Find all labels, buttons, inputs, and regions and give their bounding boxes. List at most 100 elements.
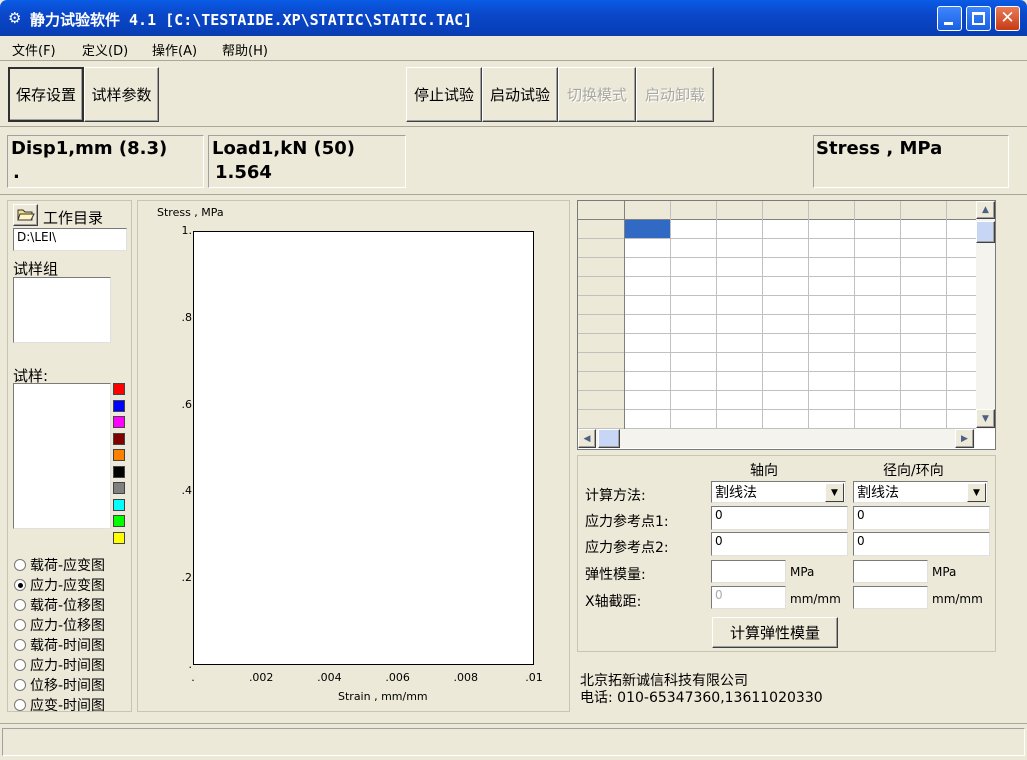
open-folder-button[interactable]: [13, 204, 38, 226]
plot-option[interactable]: 应力-位移图: [14, 615, 105, 635]
intercept-axial-unit: mm/mm: [790, 592, 841, 606]
radio-button[interactable]: [14, 599, 26, 611]
color-swatch[interactable]: [113, 383, 125, 395]
start-unload-button[interactable]: 启动卸载: [636, 67, 714, 122]
color-swatch[interactable]: [113, 531, 125, 544]
method-radial-value: 割线法: [857, 485, 899, 501]
load-value: 1.564: [215, 162, 272, 183]
color-swatch[interactable]: [113, 465, 125, 478]
plot-option[interactable]: 位移-时间图: [14, 675, 105, 695]
method-axial-value: 割线法: [715, 485, 757, 501]
plot-option-label: 应力-应变图: [30, 578, 106, 594]
x-tick-label: .002: [248, 671, 274, 684]
data-grid[interactable]: [577, 200, 996, 450]
y-tick-label: .: [188, 658, 193, 671]
app-icon: ⚙: [8, 9, 22, 27]
color-swatch[interactable]: [113, 432, 125, 445]
minimize-icon: [944, 22, 953, 25]
radio-button[interactable]: [14, 579, 26, 591]
vertical-scrollbar[interactable]: ▲ ▼: [976, 201, 995, 429]
column-header-row: [578, 201, 976, 219]
company-phone: 电话: 010-65347360,13611020330: [580, 690, 823, 706]
chevron-down-icon[interactable]: ▼: [825, 483, 844, 502]
plot-option[interactable]: 载荷-应变图: [14, 555, 105, 575]
radial-header: 径向/环向: [883, 463, 944, 479]
color-swatch[interactable]: [113, 416, 125, 428]
plot-option-label: 载荷-应变图: [30, 558, 106, 574]
save-settings-button[interactable]: 保存设置: [8, 67, 84, 122]
method-radial-select[interactable]: 割线法 ▼: [853, 481, 988, 503]
ref2-axial-field[interactable]: 0: [711, 532, 848, 556]
maximize-icon: [972, 12, 985, 25]
method-label: 计算方法:: [585, 488, 646, 504]
plot-option[interactable]: 载荷-时间图: [14, 635, 105, 655]
intercept-radial-unit: mm/mm: [932, 592, 983, 606]
ref1-axial-field[interactable]: 0: [711, 506, 848, 530]
menu-define[interactable]: 定义(D): [82, 40, 128, 59]
intercept-label: X轴截距:: [585, 594, 642, 610]
ref1-radial-field[interactable]: 0: [853, 506, 990, 530]
intercept-radial-field[interactable]: [853, 586, 928, 609]
modulus-radial-unit: MPa: [932, 565, 957, 579]
chevron-down-icon[interactable]: ▼: [967, 483, 986, 502]
method-axial-select[interactable]: 割线法 ▼: [711, 481, 846, 503]
work-dir-field[interactable]: D:\LEI\: [13, 228, 127, 251]
plot-option[interactable]: 载荷-位移图: [14, 595, 105, 615]
scroll-right-button[interactable]: ▶: [955, 429, 974, 448]
vertical-scroll-thumb[interactable]: [976, 221, 995, 243]
radio-button[interactable]: [14, 679, 26, 691]
plot-option-label: 应力-时间图: [30, 658, 106, 674]
status-divider: [0, 723, 1027, 724]
plot-option-label: 载荷-位移图: [30, 598, 106, 614]
color-swatch[interactable]: [113, 515, 125, 527]
start-test-button[interactable]: 启动试验: [482, 67, 558, 122]
plot-option-label: 位移-时间图: [30, 678, 106, 694]
maximize-button[interactable]: [966, 6, 991, 31]
y-tick-label: .8: [181, 310, 193, 324]
disp-label: Disp1,mm (8.3): [11, 138, 168, 159]
stress-label: Stress , MPa: [816, 138, 943, 159]
radio-button[interactable]: [14, 639, 26, 651]
readout-divider: [0, 194, 1027, 195]
plot-option[interactable]: 应变-时间图: [14, 695, 105, 715]
scroll-down-button[interactable]: ▼: [976, 409, 995, 428]
radio-button[interactable]: [14, 699, 26, 711]
plot-area[interactable]: [193, 231, 534, 665]
axial-header: 轴向: [750, 463, 778, 479]
stop-test-button[interactable]: 停止试验: [406, 67, 482, 122]
color-swatch[interactable]: [113, 498, 125, 511]
modulus-axial-field[interactable]: [711, 560, 786, 583]
y-tick-label: .4: [181, 484, 193, 498]
plot-option[interactable]: 应力-应变图: [14, 575, 105, 595]
calc-modulus-button[interactable]: 计算弹性模量: [712, 617, 838, 648]
radio-button[interactable]: [14, 619, 26, 631]
minimize-button[interactable]: [937, 6, 962, 31]
menu-operate[interactable]: 操作(A): [152, 40, 197, 59]
color-swatch[interactable]: [113, 399, 125, 412]
y-tick-label: .6: [181, 397, 193, 411]
intercept-axial-field[interactable]: 0: [711, 586, 786, 609]
color-swatch[interactable]: [113, 482, 125, 494]
menu-file[interactable]: 文件(F): [12, 40, 56, 59]
horizontal-scrollbar[interactable]: ◀ ▶: [578, 429, 975, 448]
plot-option-label: 载荷-时间图: [30, 638, 106, 654]
menu-help[interactable]: 帮助(H): [222, 40, 268, 59]
specimen-list[interactable]: [13, 383, 111, 529]
work-dir-label: 工作目录: [43, 209, 104, 227]
selected-cell: [625, 220, 670, 238]
specimen-group-list[interactable]: [13, 277, 111, 343]
horizontal-scroll-thumb[interactable]: [598, 429, 620, 448]
specimen-params-button[interactable]: 试样参数: [84, 67, 159, 122]
y-tick-label: 1.: [181, 224, 193, 237]
color-swatch[interactable]: [113, 449, 125, 461]
switch-mode-button[interactable]: 切换模式: [558, 67, 636, 122]
ref2-radial-field[interactable]: 0: [853, 532, 990, 556]
modulus-radial-field[interactable]: [853, 560, 928, 583]
disp-value: .: [13, 162, 20, 183]
close-button[interactable]: ✕: [995, 6, 1020, 31]
scroll-left-button[interactable]: ◀: [578, 429, 596, 448]
scroll-up-button[interactable]: ▲: [976, 201, 995, 219]
plot-option[interactable]: 应力-时间图: [14, 655, 105, 675]
radio-button[interactable]: [14, 559, 26, 571]
radio-button[interactable]: [14, 659, 26, 671]
